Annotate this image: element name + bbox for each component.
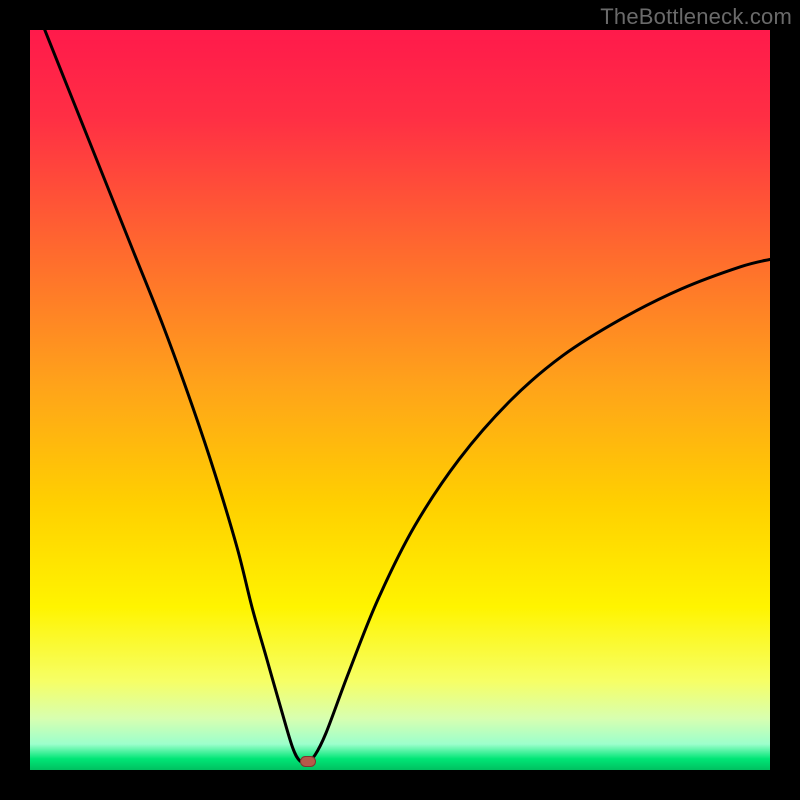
watermark-text: TheBottleneck.com [600, 4, 792, 30]
minimum-marker [300, 756, 316, 767]
bottleneck-curve [30, 30, 770, 770]
plot-area [30, 30, 770, 770]
chart-frame: TheBottleneck.com [0, 0, 800, 800]
